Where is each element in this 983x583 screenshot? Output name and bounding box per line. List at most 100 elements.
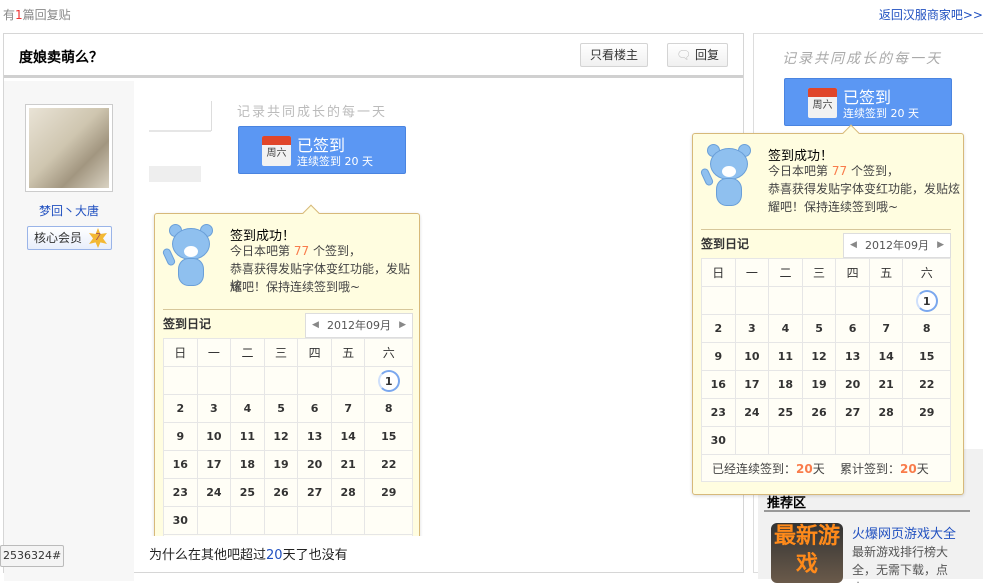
calendar-day — [364, 506, 413, 535]
day-number: 4 — [781, 322, 790, 335]
calendar-day — [768, 286, 803, 315]
calendar-day: 3 — [196, 394, 232, 423]
rank-number: 77 — [831, 164, 848, 178]
signin-calendar: 日一二三四五六 1 2 3 4 5 6 7 8 9 10 11 12 13 14 15 16 17 18 19 20 21… — [163, 338, 413, 536]
calendar-day: 20 — [297, 450, 332, 479]
rank-suffix: 个签到， — [312, 244, 361, 258]
avatar[interactable] — [25, 104, 113, 192]
day-number: 29 — [919, 406, 935, 419]
popup-rank-line: 今日本吧第 77 个签到， — [768, 162, 899, 179]
calendar-day: 19 — [263, 450, 299, 479]
only-op-button[interactable]: 只看楼主 — [580, 43, 648, 67]
rank-suffix: 个签到， — [850, 164, 899, 178]
day-number: 22 — [381, 458, 397, 471]
weekday-header: 四 — [835, 258, 870, 287]
calendar-day — [330, 366, 366, 395]
day-number: 15 — [919, 350, 935, 363]
day-number: 22 — [919, 378, 935, 391]
reply-count-suffix: 篇回复贴 — [22, 8, 71, 22]
reply-button[interactable]: 🗨 回复 — [667, 43, 728, 67]
calendar-day: 23 — [163, 478, 198, 507]
avatar-image — [29, 108, 109, 188]
day-unit: 天 — [812, 461, 825, 476]
day-number: 17 — [744, 378, 760, 391]
post-screenshot: 记录共同成长的每一天 周六 已签到 连续签到 20 天 签到成功！ 今日本吧第 77 … — [149, 101, 426, 536]
calendar-day: 14 — [868, 342, 904, 371]
calendar-day: 3 — [734, 314, 770, 343]
calendar-day — [868, 286, 904, 315]
weekday-header: 六 — [902, 258, 951, 287]
calendar-day: 18 — [768, 370, 803, 399]
day-number: 18 — [239, 458, 256, 471]
signin-success-popup: 签到成功！ 今日本吧第 77 个签到， 恭喜获得发贴字体变红功能，发贴炫 耀吧！保持连… — [154, 204, 420, 536]
day-number: 2 — [714, 322, 723, 335]
day-number: 3 — [748, 322, 756, 335]
day-number: 25 — [239, 486, 256, 499]
floor-number: 2536324# — [0, 545, 64, 567]
back-to-forum-link[interactable]: 返回汉服商家吧>> — [879, 6, 983, 23]
day-number: 6 — [310, 402, 319, 415]
prev-month-button[interactable]: ◀ — [850, 234, 857, 257]
day-number: 28 — [878, 406, 894, 419]
calendar-day: 25 — [230, 478, 265, 507]
next-month-button[interactable]: ▶ — [937, 234, 944, 257]
popup-arrow — [302, 204, 320, 222]
weekday-header: 一 — [734, 258, 770, 287]
slogan-faint: 记录共同成长的每一天 — [237, 105, 388, 120]
day-number: 26 — [811, 406, 827, 419]
day-number: 13 — [306, 430, 323, 443]
game-thumbnail[interactable]: 最新游戏 — [771, 523, 843, 583]
game-link[interactable]: 火爆网页游戏大全 — [852, 523, 956, 542]
calendar-day: 2 — [163, 394, 198, 423]
calendar-day: 14 — [330, 422, 366, 451]
diary-label: 签到日记 — [701, 237, 750, 251]
reply-count-number: 1 — [15, 8, 23, 22]
divider — [211, 101, 212, 131]
comment-icon: 🗨 — [675, 48, 692, 62]
calendar-day: 6 — [297, 394, 332, 423]
weekday-header: 三 — [263, 338, 299, 367]
divider — [163, 309, 413, 310]
member-badge[interactable]: 核心会员 7 — [27, 226, 112, 250]
divider — [764, 510, 970, 512]
calendar-day: 4 — [768, 314, 803, 343]
day-number: 1 — [377, 369, 400, 392]
next-month-button[interactable]: ▶ — [399, 314, 406, 337]
calendar-day: 12 — [801, 342, 837, 371]
author-name-link[interactable]: 梦回丶大唐 — [4, 202, 134, 219]
month-label: 2012年09月 — [327, 319, 391, 332]
calendar-day: 5 — [801, 314, 837, 343]
day-number: 30 — [710, 434, 726, 447]
signed-in-button[interactable]: 周六 已签到 连续签到 20 天 — [784, 78, 952, 126]
day-number: 14 — [878, 350, 894, 363]
calendar-day: 18 — [230, 450, 265, 479]
calendar-day — [868, 426, 904, 455]
calendar-day: 27 — [835, 398, 870, 427]
calendar-day: 9 — [701, 342, 736, 371]
prev-month-button[interactable]: ◀ — [312, 314, 319, 337]
calendar-day: 8 — [902, 314, 951, 343]
day-number: 17 — [206, 458, 222, 471]
signin-summary: 已经连续签到：20天 累计签到：20天 — [163, 534, 413, 536]
calendar-day — [801, 286, 837, 315]
day-number: 11 — [777, 350, 794, 363]
calendar-day: 15 — [902, 342, 951, 371]
signin-streak: 连续签到 20 天 — [297, 155, 373, 168]
calendar-day: 1 — [364, 366, 413, 395]
calendar-day — [330, 506, 366, 535]
post-text-part: 天了也没有 — [282, 548, 348, 563]
weekday-header: 五 — [330, 338, 366, 367]
thread-container: 度娘卖萌么？ 只看楼主 🗨 回复 梦回丶大唐 核心会员 7 记录共同成长的每一天 … — [0, 33, 744, 581]
weekday-header: 二 — [768, 258, 803, 287]
day-number: 5 — [277, 402, 285, 415]
day-number: 12 — [811, 350, 827, 363]
streak-label: 已经连续签到： — [712, 461, 797, 476]
day-number: 8 — [922, 322, 931, 335]
day-number: 12 — [273, 430, 289, 443]
day-number: 23 — [172, 486, 188, 499]
calendar-day: 23 — [701, 398, 736, 427]
game-description: 最新游戏排行榜大全，无需下载，点击 — [852, 545, 949, 583]
signin-streak: 连续签到 20 天 — [843, 107, 919, 120]
month-selector: ◀ 2012年09月 ▶ — [843, 233, 951, 258]
reply-count-prefix: 有 — [3, 8, 16, 22]
